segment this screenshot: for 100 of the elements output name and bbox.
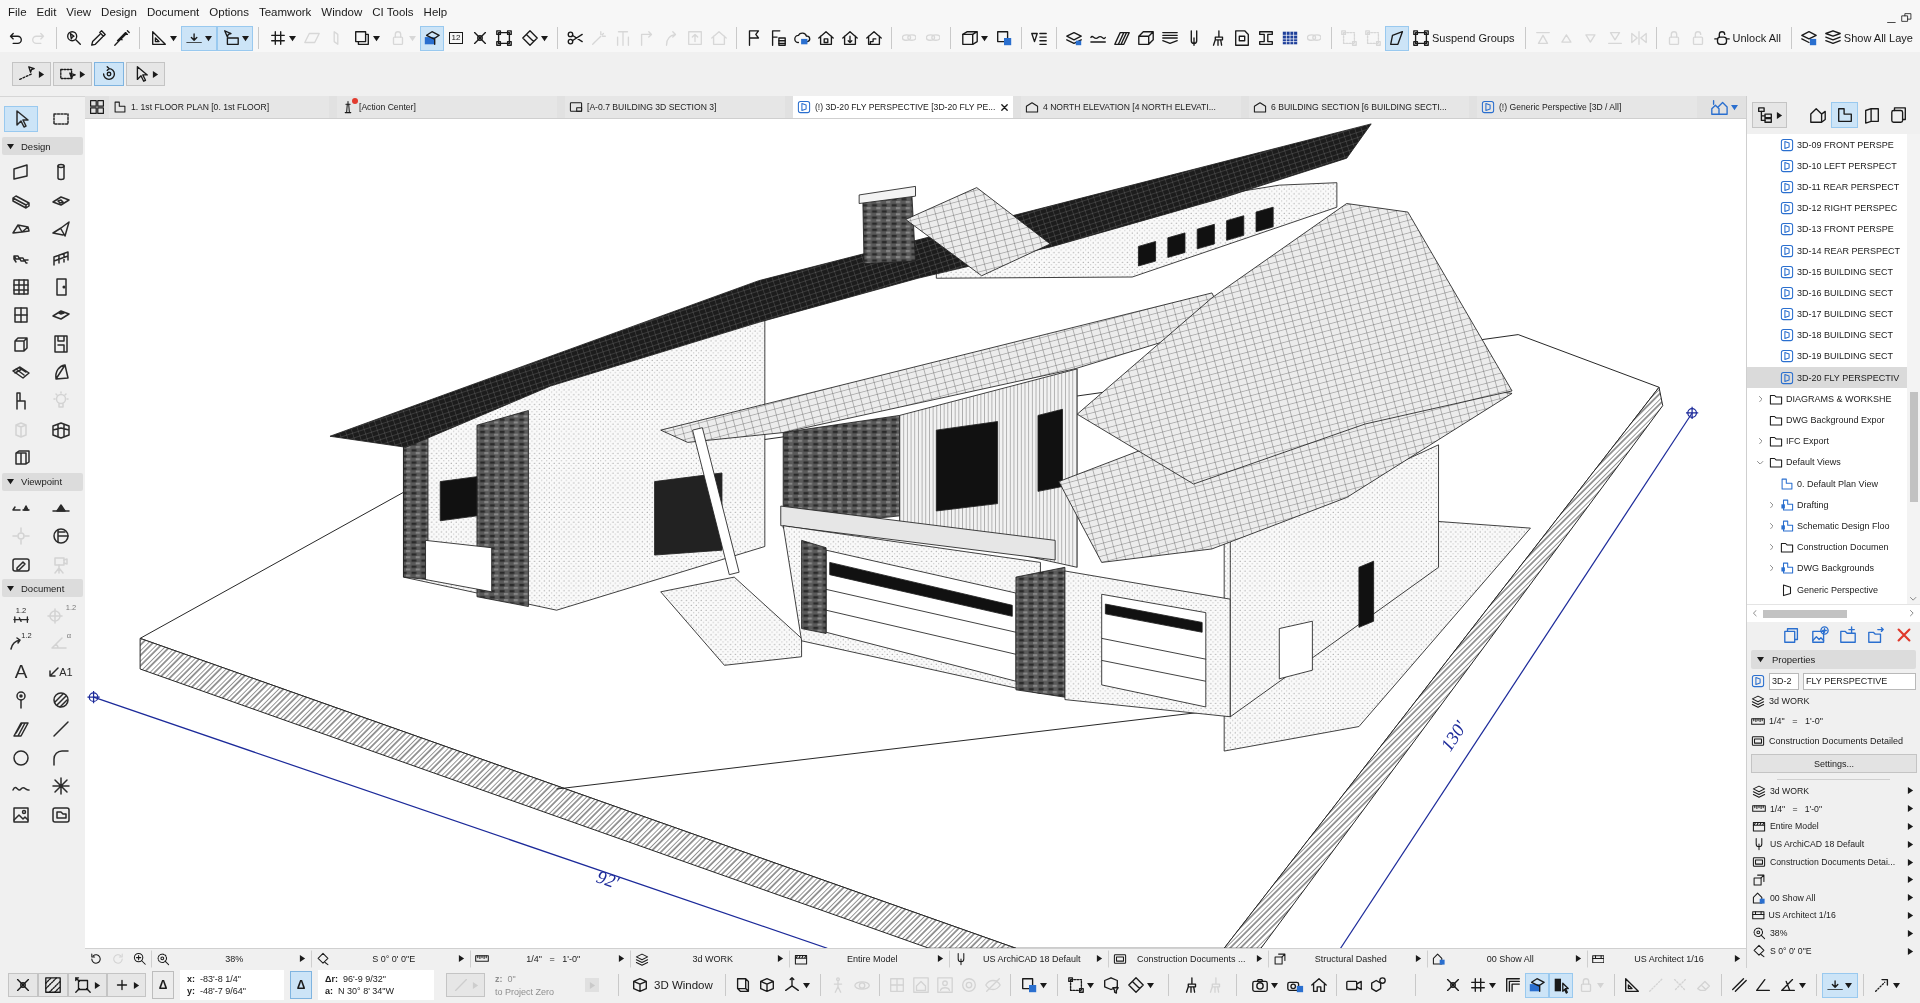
close-icon[interactable] bbox=[1000, 102, 1009, 112]
tab[interactable]: 4 NORTH ELEVATION [4 NORTH ELEVATI... bbox=[1021, 96, 1241, 118]
chevron-down-icon[interactable] bbox=[1757, 460, 1764, 465]
settings-button[interactable]: Settings... bbox=[1751, 754, 1917, 773]
menu-item[interactable]: Document bbox=[141, 2, 205, 22]
quick-option-dropdown[interactable]: 00 Show All bbox=[1427, 949, 1587, 968]
view-setting-dropdown[interactable]: Construction Documents Detai... bbox=[1747, 853, 1919, 871]
relative-polar-button[interactable]: Δ bbox=[290, 971, 312, 999]
quick-option-dropdown[interactable]: Entire Model bbox=[789, 949, 949, 968]
tree-item[interactable]: 3D-13 FRONT PERSPE bbox=[1747, 218, 1907, 240]
tree-item[interactable]: DWG Background Expor bbox=[1747, 409, 1907, 431]
unlock-arm-button[interactable]: Unlock All bbox=[1709, 25, 1786, 51]
text-tool[interactable]: A bbox=[4, 658, 38, 685]
label-tool[interactable]: A1 bbox=[44, 658, 78, 685]
delete-icon[interactable] bbox=[1895, 626, 1913, 644]
menu-item[interactable]: CI Tools bbox=[367, 2, 419, 22]
menu-item[interactable]: File bbox=[3, 2, 32, 22]
properties-header[interactable]: Properties bbox=[1751, 650, 1916, 669]
guide-line-dropdown[interactable] bbox=[181, 25, 217, 51]
quick-option-dropdown[interactable]: Construction Documents ... bbox=[1108, 949, 1268, 968]
section-header[interactable]: Document bbox=[2, 579, 83, 598]
view-setting-dropdown[interactable]: Entire Model bbox=[1747, 817, 1919, 836]
folder-arrow-icon[interactable] bbox=[1867, 626, 1885, 644]
scrollbar-thumb[interactable] bbox=[1762, 609, 1847, 618]
view-setting-dropdown[interactable]: S 0° 0' 0"E bbox=[1747, 942, 1919, 960]
relative-coordinates-button[interactable]: Δ bbox=[152, 971, 174, 999]
view-name-field[interactable]: FLY PERSPECTIVE bbox=[1803, 672, 1916, 690]
quick-option-dropdown[interactable]: 3d WORK bbox=[629, 949, 789, 968]
menu-item[interactable]: Design bbox=[96, 2, 142, 22]
guide-line-dropdown[interactable] bbox=[1821, 972, 1858, 998]
restore-icon[interactable] bbox=[1901, 12, 1912, 23]
quick-option-dropdown[interactable]: US ArchiCAD 18 Default bbox=[948, 949, 1108, 968]
section-header[interactable]: Design bbox=[2, 137, 83, 155]
stacked-doc-icon[interactable] bbox=[1783, 626, 1801, 644]
tree-item[interactable]: 3D-14 REAR PERSPECT bbox=[1747, 239, 1907, 262]
menu-item[interactable]: Options bbox=[204, 2, 254, 22]
view-setting-dropdown[interactable]: 38% bbox=[1747, 924, 1919, 943]
layers-lines-button[interactable]: Show All Laye bbox=[1820, 25, 1918, 51]
tree-item[interactable]: DIAGRAMS & WORKSHE bbox=[1747, 388, 1907, 410]
menu-item[interactable]: Teamwork bbox=[253, 2, 317, 22]
menu-item[interactable]: Window bbox=[316, 2, 368, 22]
arrow-pointer-tool[interactable] bbox=[4, 106, 38, 133]
chevron-right-icon[interactable] bbox=[1758, 438, 1763, 445]
chevron-right-icon[interactable] bbox=[1910, 610, 1914, 617]
tree-item[interactable]: 3D-17 BUILDING SECT bbox=[1747, 303, 1907, 325]
view-id-field[interactable]: 3D-2 bbox=[1769, 672, 1799, 690]
tree-item[interactable]: 3D-10 LEFT PERSPECT bbox=[1747, 155, 1907, 177]
tree-item[interactable]: Construction Documen bbox=[1747, 536, 1907, 558]
tree-item[interactable]: Generic Perspective bbox=[1747, 578, 1907, 601]
view-setting-dropdown[interactable]: US Architect 1/16 bbox=[1747, 906, 1919, 925]
chevron-right-icon[interactable] bbox=[1758, 395, 1763, 402]
tree-item[interactable]: 3D-09 FRONT PERSPE bbox=[1747, 134, 1907, 156]
quick-option-dropdown[interactable]: 1/4" = 1'-0" bbox=[470, 949, 630, 968]
window-3d-button[interactable]: 3D Window bbox=[624, 971, 720, 999]
bounding-box-button[interactable]: Suspend Groups bbox=[1409, 25, 1520, 51]
coordinate-field[interactable]: Δr: 96'-9 9/32" a: N 30° 8' 34"W bbox=[318, 970, 434, 1000]
plus-dropdown[interactable] bbox=[107, 973, 146, 997]
hatched-grid-button[interactable] bbox=[38, 973, 68, 997]
folder-plus-icon[interactable] bbox=[1839, 626, 1857, 644]
tree-item[interactable]: 3D-11 REAR PERSPECT bbox=[1747, 176, 1907, 198]
marquee-cursor-dropdown[interactable] bbox=[53, 62, 92, 86]
cursor-box-dropdown[interactable] bbox=[217, 25, 253, 51]
menu-item[interactable]: Help bbox=[418, 2, 453, 22]
chevron-right-icon[interactable] bbox=[1769, 565, 1774, 572]
quick-option-dropdown[interactable]: 38% bbox=[151, 949, 311, 968]
grid-squares-icon[interactable] bbox=[89, 99, 105, 115]
tree-item[interactable]: 3D-12 RIGHT PERSPEC bbox=[1747, 197, 1907, 219]
view-setting-dropdown[interactable]: US ArchiCAD 18 Default bbox=[1747, 835, 1919, 854]
tab[interactable]: 1. 1st FLOOR PLAN [0. 1st FLOOR] bbox=[109, 96, 329, 118]
tree-item[interactable]: 3D-19 BUILDING SECT bbox=[1747, 345, 1907, 368]
tree-item[interactable]: 3D-20 FLY PERSPECTIV bbox=[1747, 367, 1907, 389]
quick-option-dropdown[interactable]: S 0° 0' 0"E bbox=[310, 949, 470, 968]
ruler-button[interactable]: 12 bbox=[444, 25, 468, 51]
tree-item[interactable]: Schematic Design Floo bbox=[1747, 515, 1907, 537]
menu-item[interactable]: Edit bbox=[31, 2, 62, 22]
x-cross-button[interactable] bbox=[8, 973, 38, 997]
tab[interactable]: [A-0.7 BUILDING 3D SECTION 3] bbox=[565, 96, 785, 118]
section-header[interactable]: Viewpoint bbox=[2, 472, 83, 491]
dashed-line-cursor-dropdown[interactable] bbox=[12, 62, 51, 86]
arrow-pointer-dropdown[interactable] bbox=[126, 62, 165, 86]
tree-item[interactable]: DWG Backgrounds bbox=[1747, 557, 1907, 579]
chevron-right-icon[interactable] bbox=[1769, 501, 1774, 508]
view-setting-dropdown[interactable]: 1/4" = 1'-0" bbox=[1747, 799, 1919, 818]
chevron-down-icon[interactable] bbox=[1910, 597, 1917, 601]
tab[interactable]: [Action Center] bbox=[337, 96, 557, 118]
view-setting-dropdown[interactable]: 3d WORK bbox=[1747, 782, 1919, 800]
rotate-hand-button[interactable] bbox=[94, 62, 124, 86]
coordinate-field[interactable]: x: -83'-8 1/4" y: -48'-7 9/64" bbox=[180, 970, 284, 1000]
tree-item[interactable]: IFC Export bbox=[1747, 430, 1907, 452]
l-shape-button[interactable] bbox=[1831, 102, 1858, 128]
tab[interactable]: 6 BUILDING SECTION [6 BUILDING SECTI... bbox=[1249, 96, 1469, 118]
chevron-right-icon[interactable] bbox=[1769, 522, 1774, 530]
box-arrows-dropdown[interactable] bbox=[68, 973, 107, 997]
picture-plus-icon[interactable] bbox=[1811, 626, 1829, 644]
minimize-icon[interactable] bbox=[1887, 21, 1896, 23]
tree-item[interactable]: 0. Default Plan View bbox=[1747, 473, 1907, 495]
tree-item[interactable]: Default Views bbox=[1747, 451, 1907, 473]
menu-item[interactable]: View bbox=[61, 2, 97, 22]
tab[interactable]: (!) 3D-20 FLY PERSPECTIVE [3D-20 FLY PE... bbox=[793, 96, 1013, 118]
scrollbar-thumb[interactable] bbox=[1909, 392, 1918, 502]
